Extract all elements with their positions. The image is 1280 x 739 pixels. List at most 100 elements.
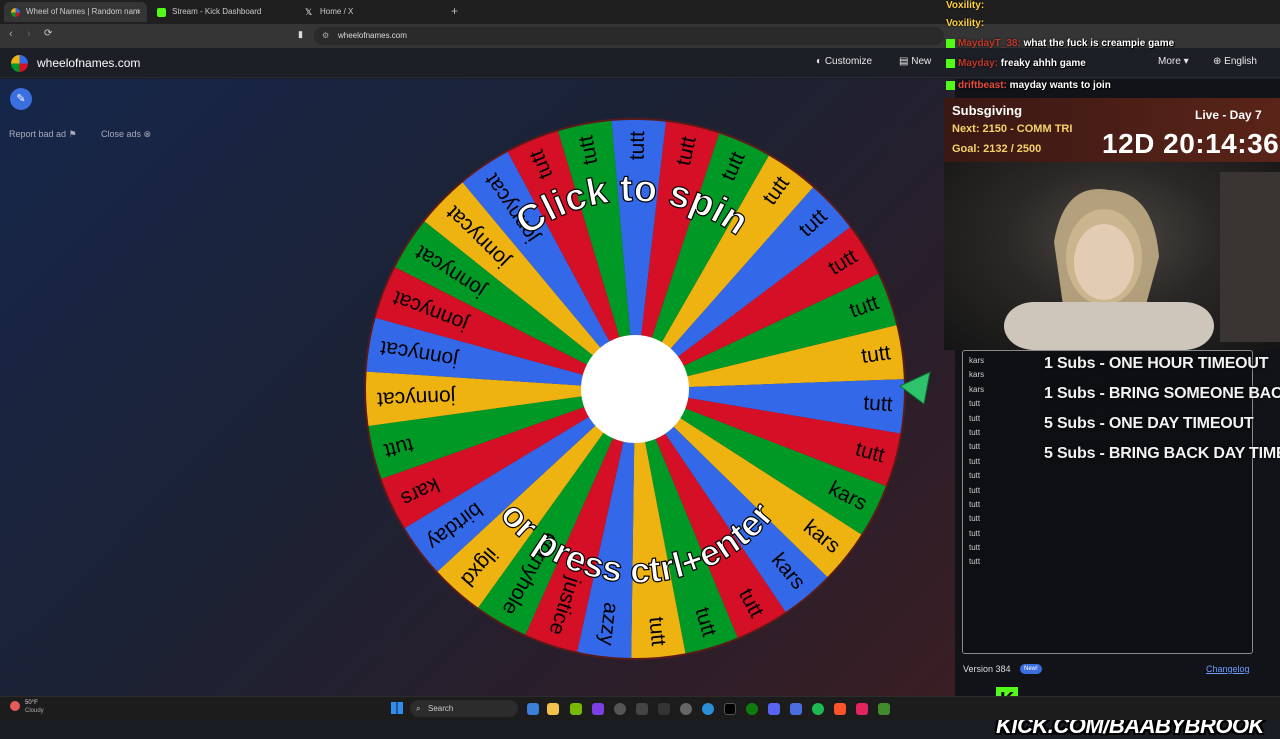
app-icon-blue[interactable]: [790, 703, 802, 715]
bookmark-icon[interactable]: ▮: [298, 29, 303, 40]
app-icon-purple[interactable]: [592, 703, 604, 715]
globe-icon: ⊕: [1213, 56, 1225, 67]
close-tab-icon[interactable]: ×: [136, 2, 141, 22]
x-app-icon[interactable]: [724, 703, 736, 715]
new-tab-button[interactable]: +: [451, 4, 458, 18]
weather-icon: [10, 701, 20, 711]
webcam-feed: [944, 162, 1280, 350]
wheel-pointer-icon: [899, 371, 931, 405]
new-button[interactable]: ▤ New: [899, 56, 931, 67]
chat-message: MaydayT_38: what the fuck is creampie ga…: [946, 38, 1174, 49]
reload-icon[interactable]: ⟳: [44, 28, 52, 39]
tab-wheel-of-names[interactable]: Wheel of Names | Random nam ×: [4, 2, 147, 22]
windows-taskbar: 50°F Cloudy ⌕ Search: [0, 696, 1280, 720]
obs-icon[interactable]: [614, 703, 626, 715]
tab-label: Stream - Kick Dashboard: [172, 7, 262, 16]
edit-button[interactable]: ✎: [10, 88, 32, 110]
kick-favicon-icon: [157, 8, 166, 17]
search-icon: ⌕: [416, 704, 421, 713]
xbox-icon[interactable]: [746, 703, 758, 715]
site-header: wheelofnames.com ◐ Customize ▤ New More …: [0, 48, 1280, 78]
chat-text: mayday wants to join: [1006, 80, 1111, 91]
wheel-favicon-icon: [11, 8, 20, 17]
chat-message: Voxility:: [946, 0, 984, 11]
app-icon-dark[interactable]: [658, 703, 670, 715]
entry-item: tutt: [969, 471, 981, 481]
sub-goal-item: 1 Subs - ONE HOUR TIMEOUT: [1044, 355, 1269, 372]
chat-message: Mayday: freaky ahhh game: [946, 58, 1086, 69]
changelog-link[interactable]: Changelog: [1206, 664, 1250, 674]
chat-badge-icon: [946, 80, 955, 90]
report-label: Report bad ad: [9, 129, 67, 139]
back-icon[interactable]: ‹: [9, 28, 13, 40]
edge-icon[interactable]: [702, 703, 714, 715]
url-field[interactable]: ⚙ wheelofnames.com: [314, 27, 944, 45]
chevron-down-icon: ▾: [1180, 56, 1189, 67]
wheel-segment-label: jonnycat: [377, 385, 457, 411]
discord-icon[interactable]: [768, 703, 780, 715]
file-explorer-icon[interactable]: [547, 703, 559, 715]
taskbar-search[interactable]: ⌕ Search: [410, 700, 518, 717]
x-favicon-icon: 𝕏: [305, 7, 313, 17]
version-label: Version 384: [963, 664, 1011, 674]
brand-name[interactable]: wheelofnames.com: [37, 56, 140, 70]
forward-icon[interactable]: ›: [27, 28, 31, 40]
chat-badge-icon: [946, 58, 955, 68]
chat-username: MaydayT_38:: [958, 38, 1021, 49]
subs-title: Subsgiving: [952, 103, 1023, 118]
subs-goal-widget: Subsgiving Next: 2150 - COMM TRI Goal: 2…: [944, 98, 1280, 162]
site-info-icon[interactable]: ⚙: [322, 27, 329, 45]
sub-goal-item: 5 Subs - BRING BACK DAY TIMEO: [1044, 445, 1280, 462]
tiktok-icon[interactable]: [856, 703, 868, 715]
close-ads-link[interactable]: Close ads ⊗: [101, 129, 151, 140]
wheel-segment-label: tutt: [644, 616, 669, 647]
entry-item: tutt: [969, 499, 981, 509]
weather-temp: 50°F: [25, 700, 38, 706]
customize-button[interactable]: ◐ Customize: [816, 56, 872, 67]
entry-item: tutt: [969, 528, 981, 538]
tab-kick-dashboard[interactable]: Stream - Kick Dashboard: [150, 2, 295, 22]
language-button[interactable]: ⊕ English: [1213, 56, 1257, 67]
language-label: English: [1224, 56, 1257, 67]
windows-start-icon[interactable]: [391, 702, 403, 714]
nvidia-icon[interactable]: [570, 703, 582, 715]
sub-goal-item: 5 Subs - ONE DAY TIMEOUT: [1044, 415, 1254, 432]
report-bad-ad-link[interactable]: Report bad ad ⚑: [9, 129, 77, 140]
chat-badge-icon: [946, 38, 955, 48]
brave-icon[interactable]: [834, 703, 846, 715]
subs-goal: Goal: 2132 / 2500: [952, 143, 1042, 155]
chat-message: Voxility:: [946, 18, 984, 29]
chat-username: Mayday:: [958, 58, 999, 69]
spin-wheel[interactable]: tutt tutt tutttutttutttutttutttutttutttutt…: [362, 116, 910, 664]
tab-home-x[interactable]: 𝕏 Home / X: [298, 2, 443, 22]
settings-icon[interactable]: [680, 703, 692, 715]
more-button[interactable]: More ▾: [1158, 56, 1189, 67]
spotify-icon[interactable]: [812, 703, 824, 715]
entry-item: tutt: [969, 543, 981, 553]
weather-desc: Cloudy: [25, 708, 44, 714]
entry-item: tutt: [969, 557, 981, 567]
subs-next: Next: 2150 - COMM TRI: [952, 123, 1073, 135]
subs-timer: 12D 20:14:36: [1102, 128, 1280, 159]
wheel-center[interactable]: [581, 335, 689, 443]
streamer-silhouette: [1004, 172, 1280, 350]
chat-username: driftbeast:: [958, 80, 1007, 91]
close-circle-icon: ⊗: [143, 129, 152, 139]
pencil-icon: ✎: [16, 93, 26, 105]
browser-tab-bar: Wheel of Names | Random nam × Stream - K…: [0, 0, 1280, 24]
new-badge: New!: [1020, 664, 1042, 674]
minecraft-icon[interactable]: [878, 703, 890, 715]
entry-item: tutt: [969, 485, 981, 495]
wheel-segment-label: tutt: [860, 341, 892, 368]
more-label: More: [1158, 56, 1181, 67]
new-label: New: [911, 56, 932, 67]
tab-label: Home / X: [320, 7, 354, 16]
close-ads-label: Close ads: [101, 129, 142, 139]
task-view-icon[interactable]: [527, 703, 539, 715]
chat-username: Voxility:: [946, 0, 985, 11]
app-icon-gray[interactable]: [636, 703, 648, 715]
wheel-logo-icon: [11, 55, 28, 72]
url-text: wheelofnames.com: [338, 31, 407, 40]
wheel-segment-label: tutt: [863, 391, 894, 416]
search-label: Search: [428, 704, 454, 713]
